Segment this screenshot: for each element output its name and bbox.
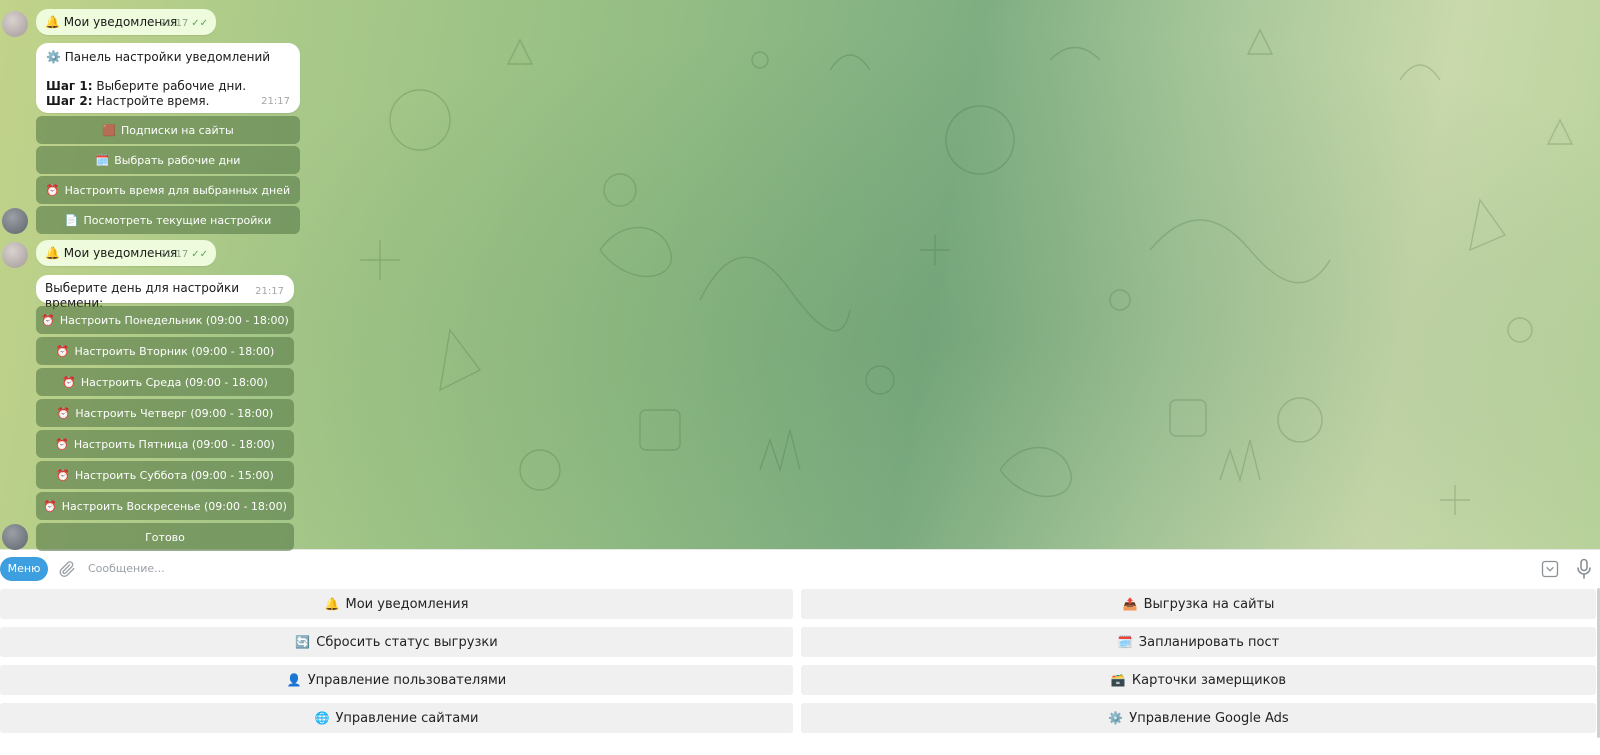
inline-button-label: Настроить Четверг (09:00 - 18:00): [75, 406, 274, 420]
step-1-text: Выберите рабочие дни.: [96, 79, 247, 93]
inline-button-label: Настроить время для выбранных дней: [64, 183, 291, 197]
bell-icon: 🔔: [45, 246, 60, 260]
card-box-icon: 🗃️: [1110, 673, 1126, 687]
user-icon: 👤: [286, 673, 302, 687]
inline-button-label: Настроить Вторник (09:00 - 18:00): [74, 344, 275, 358]
document-icon: 📄: [64, 213, 79, 227]
reply-keyboard: 🔔 Мои уведомления 📤 Выгрузка на сайты 🔄 Сбр…: [0, 587, 1600, 755]
inline-button-saturday[interactable]: ⏰ Настроить Суббота (09:00 - 15:00): [36, 461, 294, 489]
reply-button-label: Мои уведомления: [345, 596, 469, 612]
reply-button-site-management[interactable]: 🌐 Управление сайтами: [0, 703, 793, 733]
reply-button-label: Сбросить статус выгрузки: [316, 634, 498, 650]
step-2-text: Настройте время.: [96, 94, 210, 108]
reply-button-google-ads[interactable]: ⚙️ Управление Google Ads: [801, 703, 1596, 733]
outgoing-message: 🔔 Мои уведомления 21:17 ✓✓: [36, 240, 216, 266]
alarm-clock-icon: ⏰: [56, 406, 71, 420]
inline-button-label: Готово: [145, 530, 185, 544]
inline-button-label: Настроить Суббота (09:00 - 15:00): [74, 468, 274, 482]
incoming-message: Выберите день для настройки времени: 21:…: [36, 275, 294, 310]
outgoing-message: 🔔 Мои уведомления 21:17 ✓✓: [36, 9, 216, 35]
inline-button-tuesday[interactable]: ⏰ Настроить Вторник (09:00 - 18:00): [36, 337, 294, 365]
inline-button-label: Настроить Среда (09:00 - 18:00): [80, 375, 268, 389]
inline-button-label: Посмотреть текущие настройки: [83, 213, 272, 227]
message-time: 21:17: [255, 286, 284, 297]
message-title: Панель настройки уведомлений: [64, 50, 271, 64]
reply-button-my-notifications[interactable]: 🔔 Мои уведомления: [0, 589, 793, 619]
alarm-clock-icon: ⏰: [43, 499, 57, 513]
alarm-clock-icon: ⏰: [55, 344, 70, 358]
reply-button-label: Управление сайтами: [335, 710, 479, 726]
step-1-label: Шаг 1:: [46, 79, 93, 93]
reply-button-label: Управление пользователями: [307, 672, 507, 688]
chat-area: 🔔 Мои уведомления 21:17 ✓✓ ⚙️ Панель наст…: [0, 0, 1600, 560]
inline-button-label: Выбрать рабочие дни: [114, 153, 241, 167]
incoming-message: ⚙️ Панель настройки уведомлений Шаг 1: В…: [36, 43, 300, 113]
user-avatar[interactable]: [2, 242, 28, 268]
inline-button-site-subscriptions[interactable]: 🟫 Подписки на сайты: [36, 116, 300, 144]
inline-button-select-work-days[interactable]: 🗓️ Выбрать рабочие дни: [36, 146, 300, 174]
inline-button-friday[interactable]: ⏰ Настроить Пятница (09:00 - 18:00): [36, 430, 294, 458]
bell-icon: 🔔: [324, 597, 340, 611]
inline-button-sunday[interactable]: ⏰ Настроить Воскресенье (09:00 - 18:00): [36, 492, 294, 520]
inline-button-view-settings[interactable]: 📄 Посмотреть текущие настройки: [36, 206, 300, 234]
inline-button-configure-time[interactable]: ⏰ Настроить время для выбранных дней: [36, 176, 300, 204]
reply-button-user-management[interactable]: 👤 Управление пользователями: [0, 665, 793, 695]
step-2-label: Шаг 2:: [46, 94, 93, 108]
gear-icon: ⚙️: [1108, 711, 1124, 725]
reply-button-schedule-post[interactable]: 🗓️ Запланировать пост: [801, 627, 1596, 657]
inline-button-done[interactable]: Готово: [36, 523, 294, 551]
reply-button-label: Карточки замерщиков: [1131, 672, 1287, 688]
outbox-tray-icon: 📤: [1122, 597, 1138, 611]
message-time: 21:17: [159, 18, 189, 29]
bot-avatar[interactable]: [2, 524, 28, 550]
calendar-icon: 🗓️: [95, 153, 110, 167]
message-input[interactable]: [88, 562, 1468, 575]
reply-button-upload-to-sites[interactable]: 📤 Выгрузка на сайты: [801, 589, 1596, 619]
message-composer: Меню: [0, 549, 1600, 587]
calendar-icon: 🗓️: [1117, 635, 1133, 649]
message-time: 21:17: [261, 96, 290, 107]
reply-button-label: Запланировать пост: [1138, 634, 1280, 650]
inline-button-label: Подписки на сайты: [120, 123, 234, 137]
alarm-clock-icon: ⏰: [62, 375, 76, 389]
alarm-clock-icon: ⏰: [41, 313, 55, 327]
bot-avatar[interactable]: [2, 208, 28, 234]
alarm-clock-icon: ⏰: [56, 468, 70, 482]
inline-button-monday[interactable]: ⏰ Настроить Понедельник (09:00 - 18:00): [36, 306, 294, 334]
inline-button-label: Настроить Воскресенье (09:00 - 18:00): [61, 499, 287, 513]
inline-button-label: Настроить Пятница (09:00 - 18:00): [73, 437, 275, 451]
read-check-icon: ✓✓: [191, 18, 208, 29]
reply-button-label: Выгрузка на сайты: [1143, 596, 1275, 612]
reply-button-label: Управление Google Ads: [1129, 710, 1289, 726]
read-check-icon: ✓✓: [191, 249, 208, 260]
keyboard-toggle-icon[interactable]: [1540, 559, 1560, 579]
inline-button-label: Настроить Понедельник (09:00 - 18:00): [59, 313, 289, 327]
refresh-icon: 🔄: [295, 635, 311, 649]
globe-icon: 🌐: [314, 711, 330, 725]
inline-button-thursday[interactable]: ⏰ Настроить Четверг (09:00 - 18:00): [36, 399, 294, 427]
alarm-clock-icon: ⏰: [45, 183, 60, 197]
user-avatar[interactable]: [2, 11, 28, 37]
microphone-icon[interactable]: [1576, 558, 1592, 580]
brown-square-icon: 🟫: [102, 123, 116, 137]
menu-button[interactable]: Меню: [0, 556, 48, 581]
message-time: 21:17: [159, 249, 189, 260]
reply-button-measurer-cards[interactable]: 🗃️ Карточки замерщиков: [801, 665, 1596, 695]
alarm-clock-icon: ⏰: [55, 437, 69, 451]
paperclip-icon[interactable]: [56, 558, 78, 580]
inline-button-wednesday[interactable]: ⏰ Настроить Среда (09:00 - 18:00): [36, 368, 294, 396]
reply-button-reset-upload-status[interactable]: 🔄 Сбросить статус выгрузки: [0, 627, 793, 657]
bell-icon: 🔔: [45, 15, 60, 29]
gear-icon: ⚙️: [46, 50, 61, 64]
